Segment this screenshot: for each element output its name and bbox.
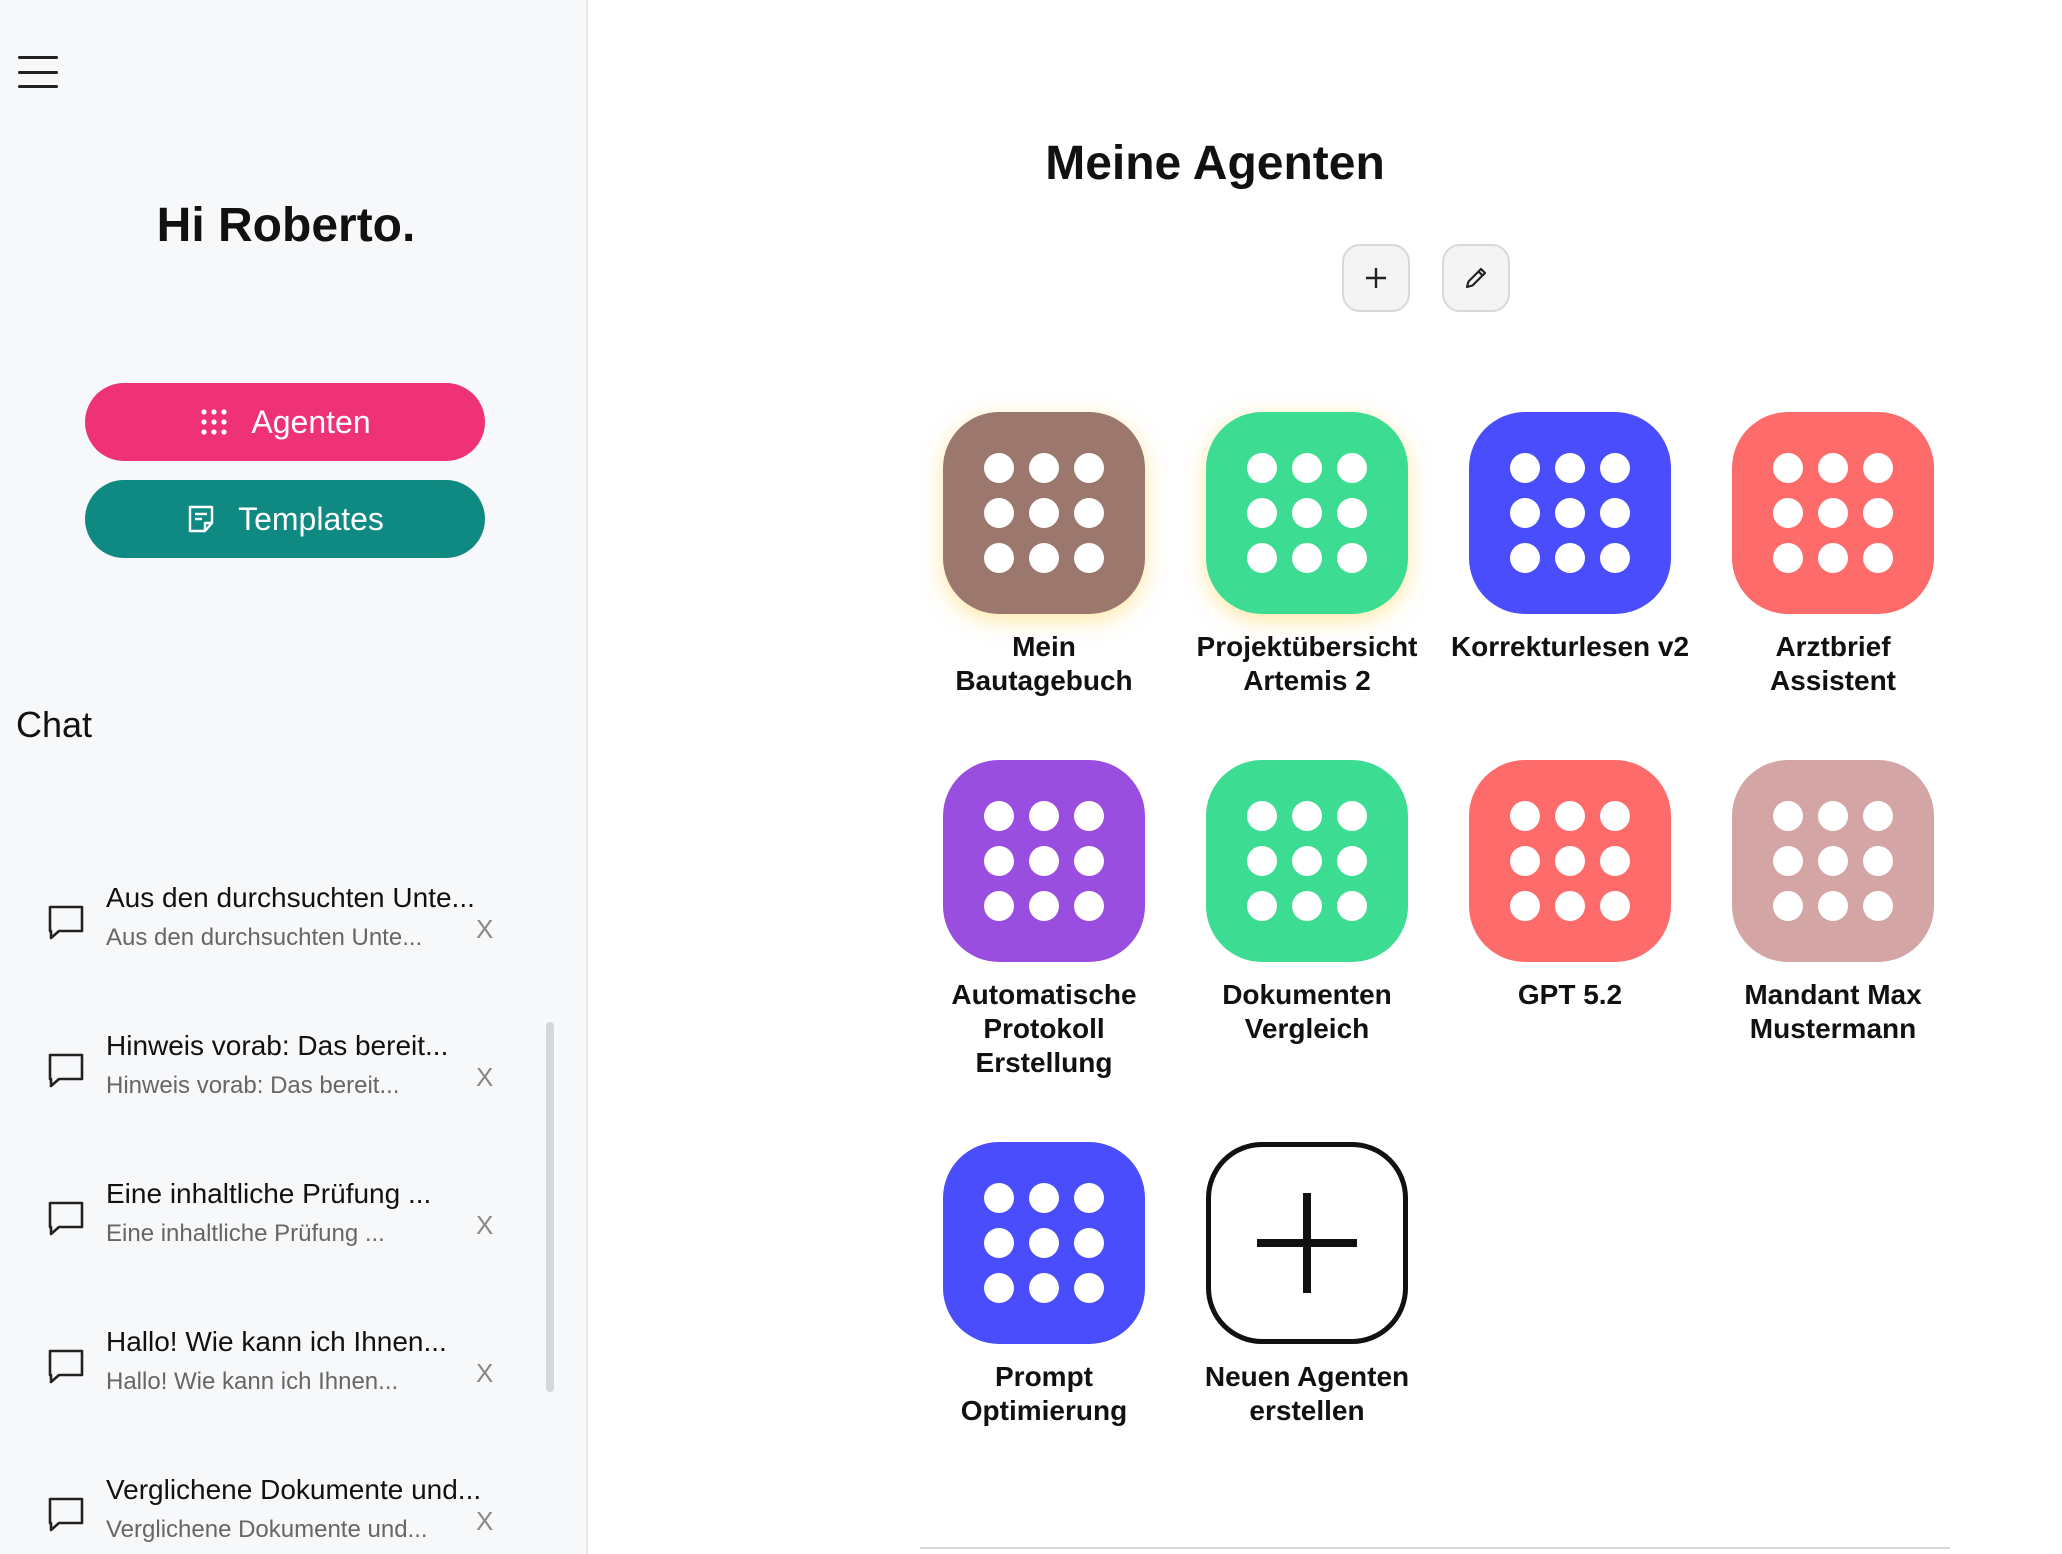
agent-card[interactable]: Dokumenten Vergleich: [1177, 760, 1437, 1046]
agent-card[interactable]: Mandant Max Mustermann: [1703, 760, 1963, 1046]
agent-card[interactable]: Mein Bautagebuch: [914, 412, 1174, 698]
chat-preview: Hinweis vorab: Das bereit...: [106, 1072, 400, 1099]
agent-label: Projektübersicht Artemis 2: [1196, 631, 1418, 696]
grid-dots-icon: [1732, 412, 1934, 614]
agent-label: Prompt Optimierung: [960, 1361, 1128, 1426]
agent-label: Korrekturlesen v2: [1450, 631, 1690, 662]
new-agent-card[interactable]: Neuen Agenten erstellen: [1177, 1142, 1437, 1428]
agent-label: GPT 5.2: [1517, 979, 1623, 1010]
chat-preview: Aus den durchsuchten Unte...: [106, 924, 423, 951]
agent-card[interactable]: Korrekturlesen v2: [1440, 412, 1700, 664]
chat-title: Hallo! Wie kann ich Ihnen...: [106, 1326, 447, 1357]
agent-card[interactable]: Arztbrief Assistent: [1703, 412, 1963, 698]
app: Hi Roberto. Agenten Templates Chat Aus d…: [0, 0, 2062, 1554]
add-agent-button[interactable]: [1342, 244, 1410, 312]
edit-agents-button[interactable]: [1442, 244, 1510, 312]
templates-button-label: Templates: [238, 500, 384, 537]
chat-bubble-icon: [48, 1497, 84, 1532]
grid-dots-icon: [1469, 760, 1671, 962]
chat-title: Verglichene Dokumente und...: [106, 1474, 482, 1505]
new-agent-label: Neuen Agenten erstellen: [1204, 1361, 1410, 1426]
delete-chat-button[interactable]: X: [476, 1210, 493, 1241]
agents-button-label: Agenten: [251, 403, 371, 440]
chat-bubble-icon: [48, 1201, 84, 1236]
pencil-icon: [1465, 267, 1487, 289]
sidebar: Hi Roberto. Agenten Templates Chat Aus d…: [0, 0, 588, 1554]
templates-button[interactable]: Templates: [85, 480, 485, 558]
chat-title: Eine inhaltliche Prüfung ...: [106, 1178, 432, 1209]
delete-chat-button[interactable]: X: [476, 1506, 493, 1537]
grid-dots-icon: [943, 1142, 1145, 1344]
chat-bubble-icon: [48, 905, 84, 940]
chat-list-item[interactable]: Eine inhaltliche Prüfung ... Eine inhalt…: [0, 1166, 540, 1286]
delete-chat-button[interactable]: X: [476, 914, 493, 945]
agent-label: Dokumenten Vergleich: [1222, 979, 1392, 1044]
chat-list-item[interactable]: Aus den durchsuchten Unte... Aus den dur…: [0, 870, 540, 990]
chat-list-item[interactable]: Verglichene Dokumente und... Verglichene…: [0, 1462, 540, 1554]
agent-label: Mein Bautagebuch: [955, 631, 1133, 696]
agents-button[interactable]: Agenten: [85, 383, 485, 461]
delete-chat-button[interactable]: X: [476, 1358, 493, 1389]
main-content: Meine Agenten Mein Bautagebuch Projektüb…: [590, 0, 2062, 1554]
grid-dots-icon: [1732, 760, 1934, 962]
agent-card[interactable]: Automatische Protokoll Erstellung: [914, 760, 1174, 1080]
chat-title: Hinweis vorab: Das bereit...: [106, 1030, 449, 1061]
grid-dots-icon: [1206, 412, 1408, 614]
greeting: Hi Roberto.: [156, 199, 416, 252]
chat-preview: Verglichene Dokumente und...: [106, 1516, 428, 1543]
delete-chat-button[interactable]: X: [476, 1062, 493, 1093]
agent-label: Arztbrief Assistent: [1769, 631, 1897, 696]
agent-card[interactable]: Prompt Optimierung: [914, 1142, 1174, 1428]
grid-dots-icon: [943, 760, 1145, 962]
chat-bubble-icon: [48, 1349, 84, 1384]
grid-dots-icon: [201, 409, 227, 435]
template-note-icon: [188, 505, 214, 533]
chat-title: Aus den durchsuchten Unte...: [106, 882, 475, 913]
chat-list-item[interactable]: Hallo! Wie kann ich Ihnen... Hallo! Wie …: [0, 1314, 540, 1434]
chat-preview: Eine inhaltliche Prüfung ...: [106, 1220, 385, 1247]
grid-dots-icon: [1469, 412, 1671, 614]
agent-card[interactable]: Projektübersicht Artemis 2: [1177, 412, 1437, 698]
grid-dots-icon: [943, 412, 1145, 614]
agent-label: Mandant Max Mustermann: [1744, 979, 1922, 1044]
grid-dots-icon: [1206, 760, 1408, 962]
chat-bubble-icon: [48, 1053, 84, 1088]
new-agent-tile: [1206, 1142, 1408, 1344]
agent-label: Automatische Protokoll Erstellung: [951, 979, 1137, 1078]
chat-list-scrollbar[interactable]: [546, 1022, 554, 1392]
page-title: Meine Agenten: [1045, 137, 1385, 190]
plus-icon: [1366, 268, 1386, 288]
divider: [920, 1547, 1950, 1549]
plus-icon: [1257, 1193, 1357, 1293]
hamburger-menu-icon[interactable]: [18, 56, 62, 88]
agent-card[interactable]: GPT 5.2: [1440, 760, 1700, 1012]
chat-preview: Hallo! Wie kann ich Ihnen...: [106, 1368, 399, 1395]
chat-section-title: Chat: [16, 704, 93, 745]
chat-list-item[interactable]: Hinweis vorab: Das bereit... Hinweis vor…: [0, 1018, 540, 1138]
